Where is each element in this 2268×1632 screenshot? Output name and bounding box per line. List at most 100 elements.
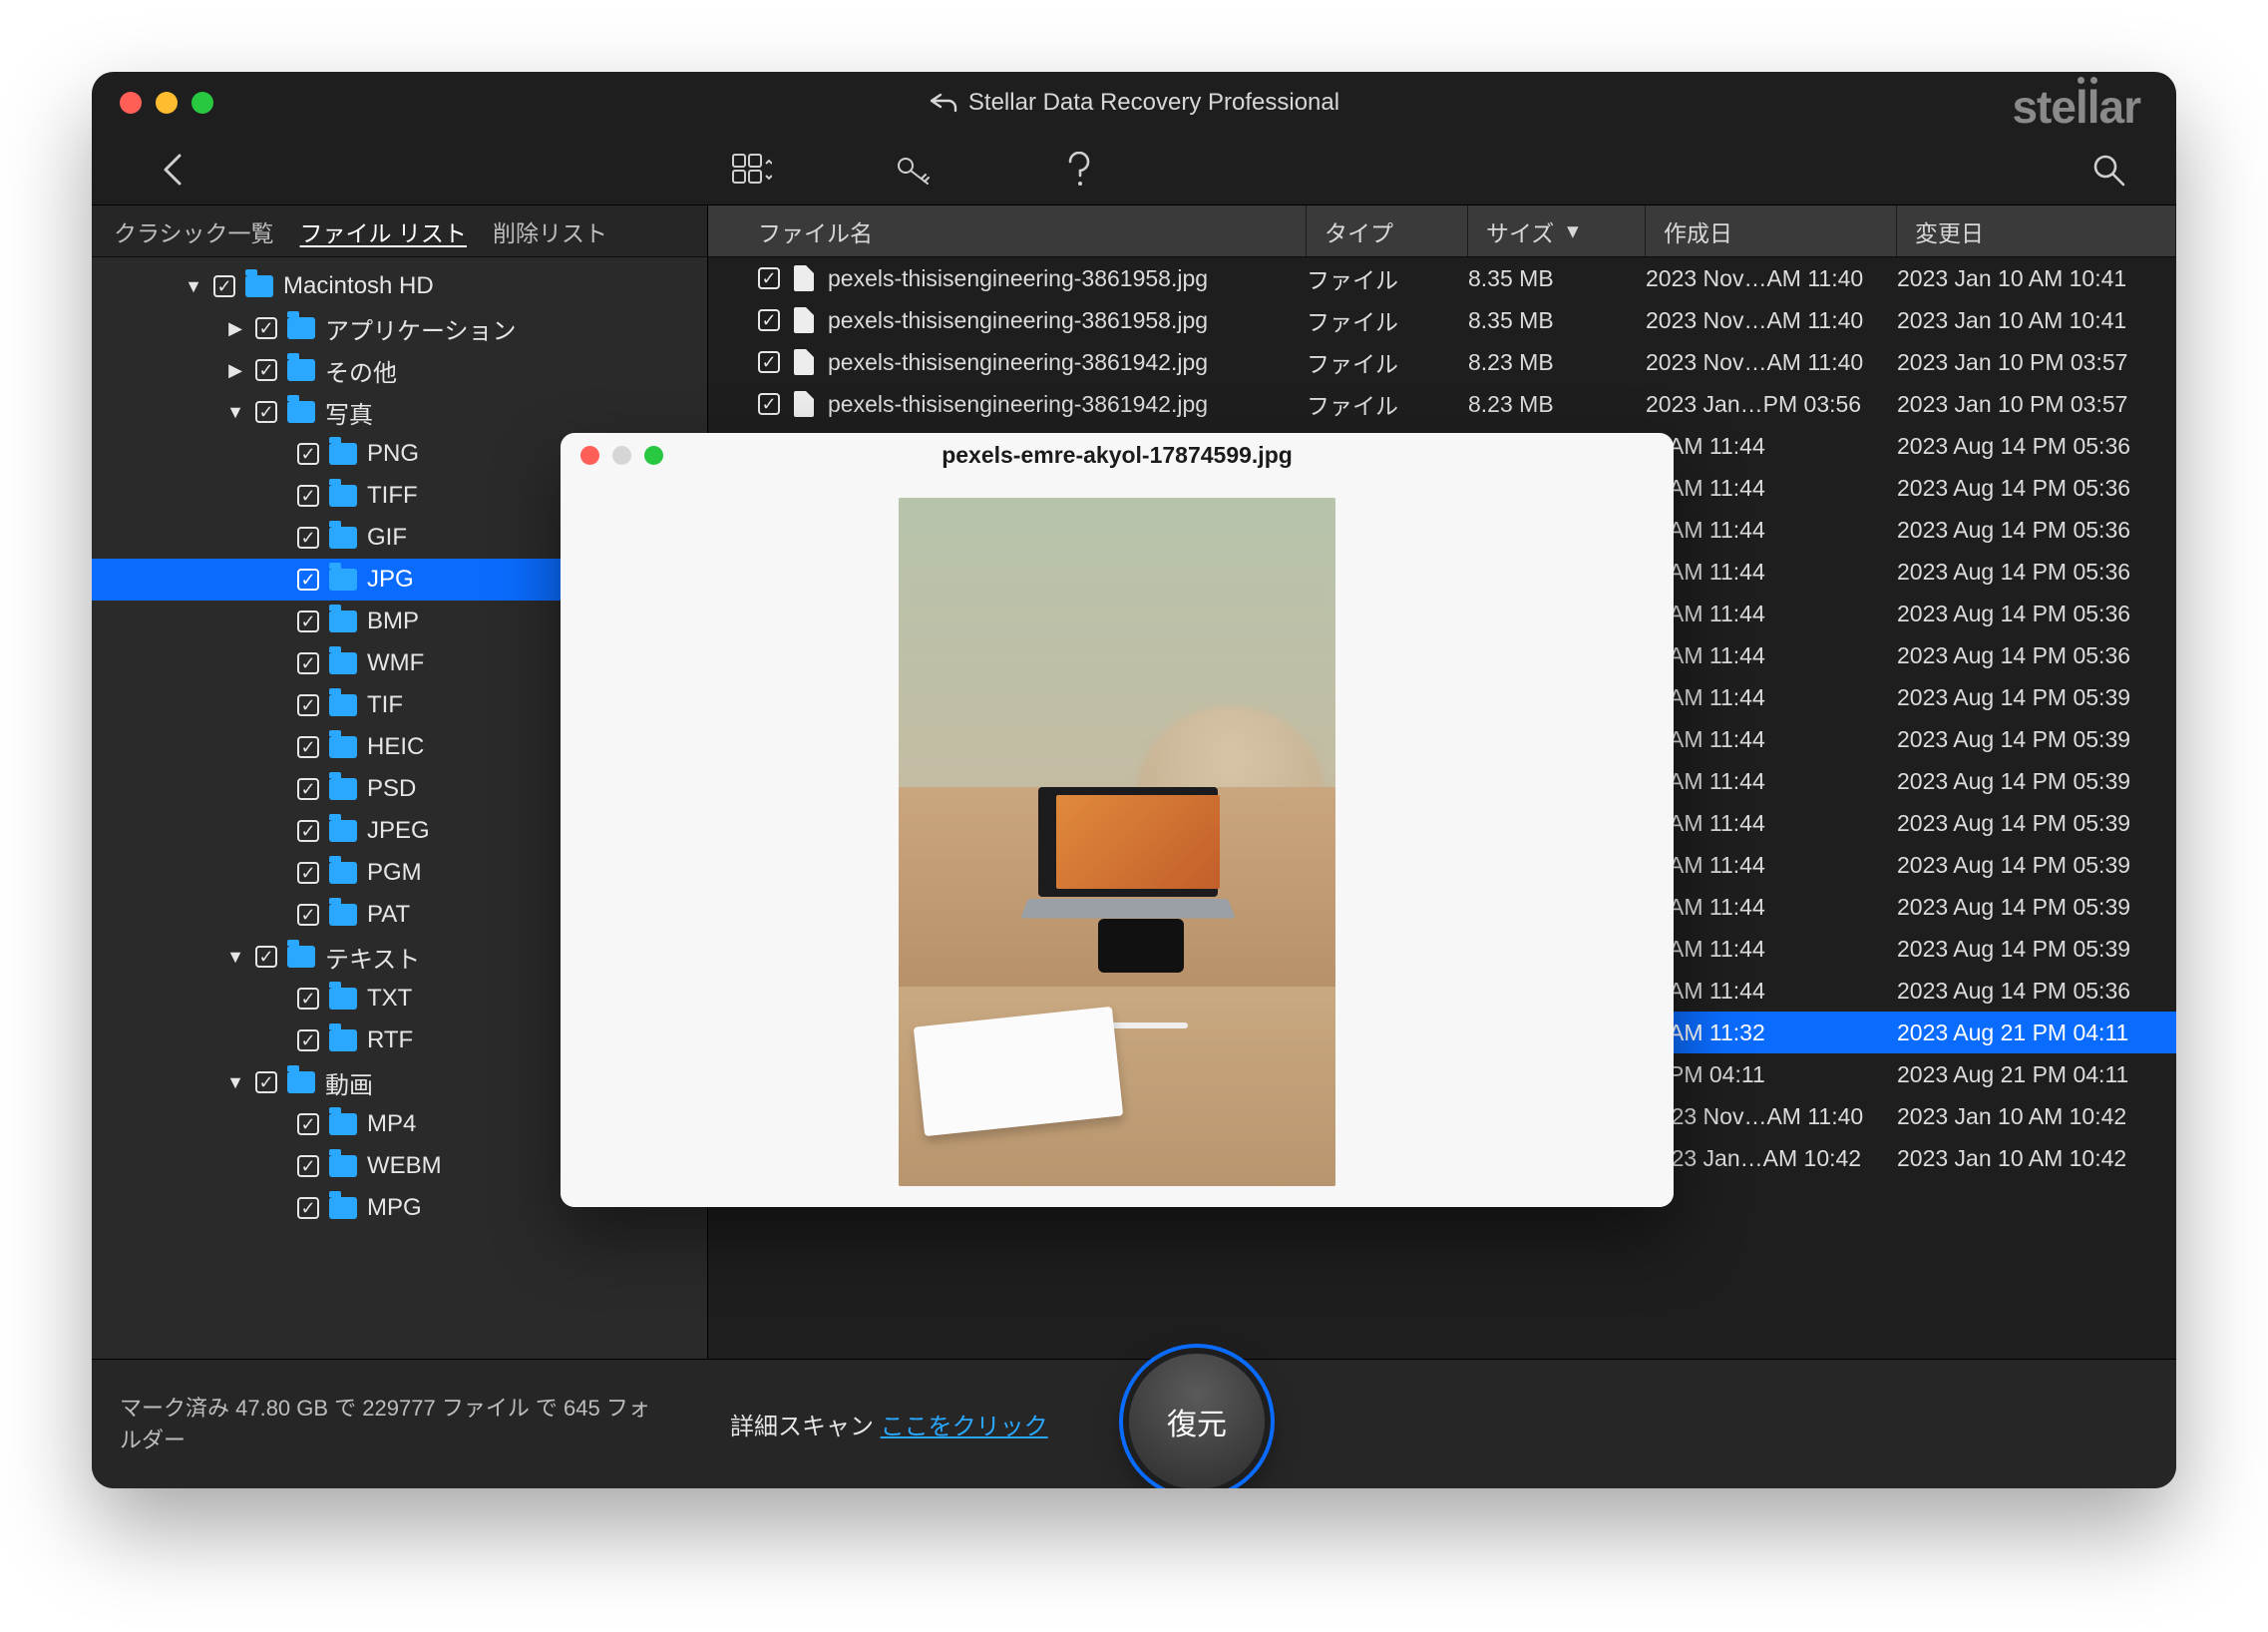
file-modified: 2023 Aug 14 PM 05:39	[1897, 852, 2176, 879]
file-name: pexels-thisisengineering-3861942.jpg	[828, 391, 1208, 418]
file-created: …PM 04:11	[1646, 1061, 1897, 1088]
checkbox[interactable]	[297, 778, 319, 800]
tab-filelist[interactable]: ファイル リスト	[300, 214, 467, 248]
recover-button[interactable]: 復元	[1129, 1354, 1265, 1488]
col-size[interactable]: サイズ ▾	[1468, 205, 1646, 256]
preview-title: pexels-emre-akyol-17874599.jpg	[561, 442, 1674, 469]
tree-label: 写真	[325, 395, 373, 430]
checkbox[interactable]	[297, 862, 319, 884]
key-button[interactable]	[894, 148, 938, 192]
file-modified: 2023 Jan 10 AM 10:42	[1897, 1145, 2176, 1172]
col-name[interactable]: ファイル名	[708, 205, 1307, 256]
checkbox[interactable]	[213, 275, 235, 297]
help-button[interactable]	[1057, 148, 1101, 192]
file-created: …AM 11:44	[1646, 768, 1897, 795]
table-row[interactable]: pexels-thisisengineering-3861958.jpg ファイ…	[708, 257, 2176, 299]
checkbox[interactable]	[297, 611, 319, 632]
checkbox[interactable]	[297, 1155, 319, 1177]
table-row[interactable]: pexels-thisisengineering-3861942.jpg ファイ…	[708, 383, 2176, 425]
file-modified: 2023 Jan 10 AM 10:41	[1897, 265, 2176, 292]
preview-titlebar: pexels-emre-akyol-17874599.jpg	[561, 433, 1674, 477]
caret-right-icon: ▶	[225, 360, 245, 381]
tree-label: その他	[325, 353, 397, 388]
folder-icon	[245, 275, 273, 297]
col-type[interactable]: タイプ	[1307, 205, 1468, 256]
checkbox[interactable]	[255, 401, 277, 423]
folder-icon	[329, 1197, 357, 1219]
file-modified: 2023 Aug 14 PM 05:36	[1897, 642, 2176, 669]
checkbox[interactable]	[297, 1113, 319, 1135]
checkbox[interactable]	[297, 820, 319, 842]
file-created: 2023 Nov…AM 11:40	[1646, 1103, 1897, 1130]
caret-down-icon: ▼	[184, 276, 203, 297]
tab-deleted[interactable]: 削除リスト	[493, 214, 607, 248]
checkbox[interactable]	[255, 946, 277, 968]
checkbox[interactable]	[255, 359, 277, 381]
checkbox[interactable]	[297, 569, 319, 591]
folder-icon	[329, 485, 357, 507]
tree-node[interactable]: ▼Macintosh HD	[92, 265, 707, 307]
checkbox[interactable]	[297, 652, 319, 674]
checkbox[interactable]	[297, 1029, 319, 1051]
file-size: 8.35 MB	[1468, 265, 1646, 292]
titlebar: Stellar Data Recovery Professional stell…	[92, 72, 2176, 134]
back-button[interactable]	[152, 148, 195, 192]
column-headers: ファイル名 タイプ サイズ ▾ 作成日 変更日	[708, 205, 2176, 257]
checkbox[interactable]	[758, 267, 780, 289]
tree-label: TIF	[367, 691, 403, 719]
checkbox[interactable]	[255, 1071, 277, 1093]
search-button[interactable]	[2086, 148, 2130, 192]
checkbox[interactable]	[297, 904, 319, 926]
deep-scan-label: 詳細スキャン	[730, 1414, 881, 1440]
folder-icon	[329, 443, 357, 465]
checkbox[interactable]	[758, 393, 780, 415]
file-created: 2023 Jan…AM 10:42	[1646, 1145, 1897, 1172]
tree-label: PGM	[367, 859, 422, 887]
deep-scan-link[interactable]: ここをクリック	[881, 1414, 1048, 1440]
file-created: …AM 11:44	[1646, 642, 1897, 669]
checkbox[interactable]	[297, 736, 319, 758]
folder-icon	[329, 652, 357, 674]
checkbox[interactable]	[297, 443, 319, 465]
table-row[interactable]: pexels-thisisengineering-3861958.jpg ファイ…	[708, 299, 2176, 341]
table-row[interactable]: pexels-thisisengineering-3861942.jpg ファイ…	[708, 341, 2176, 383]
checkbox[interactable]	[255, 317, 277, 339]
preview-image	[899, 498, 1335, 1186]
toolbar	[92, 134, 2176, 205]
file-modified: 2023 Aug 14 PM 05:39	[1897, 684, 2176, 711]
caret-right-icon: ▶	[225, 318, 245, 339]
title-center: Stellar Data Recovery Professional	[92, 89, 2176, 117]
folder-icon	[329, 820, 357, 842]
tree-label: TXT	[367, 985, 412, 1013]
col-created[interactable]: 作成日	[1646, 205, 1897, 256]
file-created: …AM 11:44	[1646, 852, 1897, 879]
footer: マーク済み 47.80 GB で 229777 ファイル で 645 フォルダー…	[92, 1359, 2176, 1488]
checkbox[interactable]	[758, 309, 780, 331]
file-created: …AM 11:44	[1646, 978, 1897, 1005]
col-modified[interactable]: 変更日	[1897, 205, 2176, 256]
tree-label: WEBM	[367, 1152, 442, 1180]
checkbox[interactable]	[297, 527, 319, 549]
file-modified: 2023 Aug 21 PM 04:11	[1897, 1020, 2176, 1046]
checkbox[interactable]	[297, 988, 319, 1010]
file-created: 2023 Nov…AM 11:40	[1646, 349, 1897, 376]
file-size: 8.35 MB	[1468, 307, 1646, 334]
tab-classic[interactable]: クラシック一覧	[114, 214, 274, 248]
tree-node[interactable]: ▶ その他	[92, 349, 707, 391]
file-modified: 2023 Aug 21 PM 04:11	[1897, 1061, 2176, 1088]
checkbox[interactable]	[297, 694, 319, 716]
checkbox[interactable]	[297, 1197, 319, 1219]
checkbox[interactable]	[297, 485, 319, 507]
tree-node[interactable]: ▶アプリケーション	[92, 307, 707, 349]
checkbox[interactable]	[758, 351, 780, 373]
tree-label: HEIC	[367, 733, 424, 761]
folder-icon	[329, 736, 357, 758]
tree-label: PNG	[367, 440, 419, 468]
sidebar-tabs: クラシック一覧 ファイル リスト 削除リスト	[92, 205, 707, 257]
file-size: 8.23 MB	[1468, 349, 1646, 376]
view-grid-button[interactable]	[730, 148, 774, 192]
file-type: ファイル	[1307, 345, 1468, 379]
file-icon	[794, 265, 814, 291]
tree-node[interactable]: ▼写真	[92, 391, 707, 433]
tree-label: TIFF	[367, 482, 418, 510]
